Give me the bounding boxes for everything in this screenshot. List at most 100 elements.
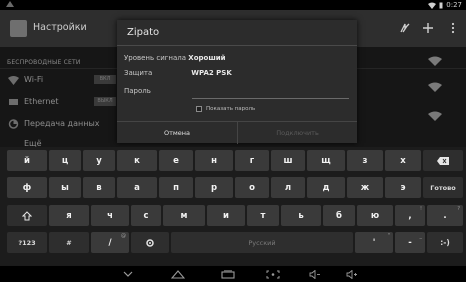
apostrophe-key[interactable]: ' " bbox=[355, 232, 393, 253]
dialog-buttons: Отмена Подключить bbox=[117, 121, 357, 144]
slash-key[interactable]: / @ bbox=[91, 232, 129, 253]
volume-up-icon[interactable] bbox=[342, 268, 362, 280]
period-key-hint: ? bbox=[457, 206, 460, 212]
key-letter[interactable]: т bbox=[247, 205, 279, 226]
security-value: WPA2 PSK bbox=[191, 69, 232, 77]
key-letter[interactable]: х bbox=[385, 150, 421, 171]
key-letter[interactable]: о bbox=[235, 177, 269, 198]
key-letter[interactable]: ь bbox=[281, 205, 321, 226]
password-input[interactable] bbox=[192, 84, 349, 98]
shift-key[interactable] bbox=[7, 205, 47, 226]
clock: 0:27 bbox=[446, 1, 462, 9]
key-letter[interactable]: л bbox=[271, 177, 305, 198]
symbols-key[interactable]: ?123 bbox=[7, 232, 47, 253]
comma-key[interactable]: , ! bbox=[395, 205, 425, 226]
comma-key-label: , bbox=[408, 210, 412, 221]
signal-strength-label: Уровень сигнала bbox=[124, 54, 187, 62]
key-letter[interactable]: щ bbox=[307, 150, 345, 171]
key-letter[interactable]: ф bbox=[7, 177, 47, 198]
screenshot-icon[interactable] bbox=[262, 268, 284, 280]
wifi-signal-icon bbox=[428, 56, 442, 66]
ethernet-icon bbox=[9, 99, 18, 105]
key-letter[interactable]: я bbox=[49, 205, 89, 226]
hash-key[interactable]: # bbox=[49, 232, 89, 253]
key-letter[interactable]: к bbox=[117, 150, 157, 171]
settings-gear-icon bbox=[146, 238, 154, 247]
key-letter[interactable]: е bbox=[159, 150, 193, 171]
battery-icon bbox=[439, 2, 443, 8]
overflow-menu-icon[interactable] bbox=[443, 18, 463, 38]
wifi-toggle[interactable]: ВКЛ bbox=[94, 75, 116, 84]
wifi-signal-icon bbox=[428, 82, 442, 92]
key-letter[interactable]: ы bbox=[49, 177, 81, 198]
settings-item-label: Ethernet bbox=[24, 97, 59, 106]
volume-down-icon[interactable] bbox=[305, 268, 325, 280]
key-letter[interactable]: ж bbox=[347, 177, 383, 198]
wifi-signal-icon bbox=[428, 111, 442, 121]
page-title: Настройки bbox=[33, 22, 87, 33]
voice-input-key[interactable] bbox=[131, 232, 169, 253]
key-letter[interactable]: у bbox=[83, 150, 115, 171]
key-letter[interactable]: й bbox=[7, 150, 47, 171]
dash-key[interactable]: - _ bbox=[395, 232, 425, 253]
key-letter[interactable]: д bbox=[307, 177, 345, 198]
key-letter[interactable]: г bbox=[235, 150, 269, 171]
recent-apps-icon[interactable] bbox=[218, 268, 238, 280]
wifi-connect-dialog: Zipato Уровень сигнала Хороший Защита WP… bbox=[117, 20, 357, 144]
show-password-label: Показать пароль bbox=[206, 106, 256, 112]
key-letter[interactable]: в bbox=[83, 177, 115, 198]
settings-item-label: Wi-Fi bbox=[24, 75, 44, 84]
wifi-icon bbox=[8, 76, 19, 85]
settings-app-icon[interactable] bbox=[10, 20, 27, 37]
dash-key-label: - bbox=[408, 237, 412, 248]
add-network-icon[interactable] bbox=[418, 18, 438, 38]
cancel-button[interactable]: Отмена bbox=[117, 122, 237, 144]
space-bar[interactable]: Русский bbox=[171, 232, 353, 253]
signal-strength-row: Уровень сигнала Хороший bbox=[124, 54, 226, 62]
key-letter[interactable]: и bbox=[207, 205, 245, 226]
key-letter[interactable]: р bbox=[195, 177, 233, 198]
connect-button[interactable]: Подключить bbox=[237, 122, 357, 144]
key-letter[interactable]: э bbox=[385, 177, 421, 198]
password-underline bbox=[192, 98, 349, 99]
key-letter[interactable]: ю bbox=[357, 205, 393, 226]
key-letter[interactable]: ч bbox=[91, 205, 129, 226]
ethernet-toggle[interactable]: ВЫКЛ bbox=[94, 97, 116, 106]
backspace-key[interactable] bbox=[423, 150, 463, 171]
notification-icon bbox=[6, 1, 14, 7]
onscreen-keyboard: й ц у к е н г ш щ з х ф ы в а п р о л д … bbox=[0, 147, 466, 265]
period-key-label: . bbox=[443, 210, 447, 221]
key-letter[interactable]: а bbox=[117, 177, 157, 198]
key-letter[interactable]: с bbox=[131, 205, 161, 226]
show-password-option[interactable]: Показать пароль bbox=[196, 106, 255, 112]
key-letter[interactable]: м bbox=[163, 205, 205, 226]
key-letter[interactable]: п bbox=[159, 177, 193, 198]
section-header: БЕСПРОВОДНЫЕ СЕТИ bbox=[7, 59, 81, 66]
security-label: Защита bbox=[124, 69, 153, 77]
wifi-status-icon bbox=[428, 2, 437, 9]
slash-key-label: / bbox=[108, 237, 112, 248]
android-screen: 0:27 Настройки БЕСПРОВОДНЫЕ СЕТИ Wi-Fi В… bbox=[0, 0, 466, 282]
slash-key-hint: @ bbox=[121, 233, 126, 239]
apostrophe-key-hint: " bbox=[387, 233, 390, 239]
key-letter[interactable]: б bbox=[323, 205, 355, 226]
home-icon[interactable] bbox=[168, 268, 188, 280]
signal-strength-value: Хороший bbox=[188, 54, 226, 62]
smiley-key[interactable]: :-) bbox=[427, 232, 463, 253]
data-usage-icon bbox=[8, 119, 19, 129]
done-key[interactable]: Готово bbox=[423, 177, 463, 198]
hide-keyboard-icon[interactable] bbox=[118, 268, 138, 280]
period-key[interactable]: . ? bbox=[427, 205, 463, 226]
key-letter[interactable]: з bbox=[347, 150, 383, 171]
show-password-checkbox[interactable] bbox=[196, 106, 202, 112]
password-label: Пароль bbox=[124, 87, 151, 95]
key-letter[interactable]: н bbox=[195, 150, 233, 171]
status-bar: 0:27 bbox=[0, 0, 466, 10]
key-letter[interactable]: ц bbox=[49, 150, 81, 171]
wps-icon[interactable] bbox=[395, 18, 415, 38]
key-letter[interactable]: ш bbox=[271, 150, 305, 171]
dash-key-hint: _ bbox=[419, 233, 423, 239]
security-row: Защита WPA2 PSK bbox=[124, 69, 232, 77]
divider bbox=[117, 45, 357, 46]
navigation-bar bbox=[0, 266, 466, 282]
